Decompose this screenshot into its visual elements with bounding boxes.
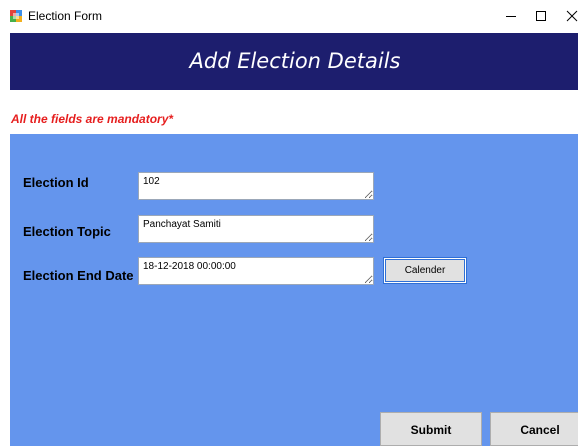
cancel-button[interactable]: Cancel [490,412,578,446]
form-app-icon [10,10,22,22]
minimize-icon [506,16,516,17]
calendar-button[interactable]: Calender [383,257,467,284]
election-end-date-label: Election End Date [23,268,134,283]
notice-area: All the fields are mandatory* [10,90,578,134]
election-id-field[interactable]: 102 [138,172,374,200]
mandatory-notice: All the fields are mandatory* [11,112,174,126]
close-button[interactable] [556,0,578,33]
election-topic-label: Election Topic [23,224,111,239]
header-banner: Add Election Details [10,33,578,90]
window-title: Election Form [28,9,103,23]
election-topic-field[interactable]: Panchayat Samiti [138,215,374,243]
election-id-label: Election Id [23,175,89,190]
form-panel: Election Id 102 Election Topic Panchayat… [10,134,578,446]
submit-button[interactable]: Submit [380,412,482,446]
close-icon [566,10,578,22]
minimize-button[interactable] [496,0,526,33]
election-form-window: Election Form Add Election Details All t… [0,0,578,446]
page-title: Add Election Details [189,49,401,73]
window-titlebar[interactable]: Election Form [0,0,578,33]
maximize-button[interactable] [526,0,556,33]
election-end-date-field[interactable]: 18-12-2018 00:00:00 [138,257,374,285]
maximize-icon [536,11,546,21]
